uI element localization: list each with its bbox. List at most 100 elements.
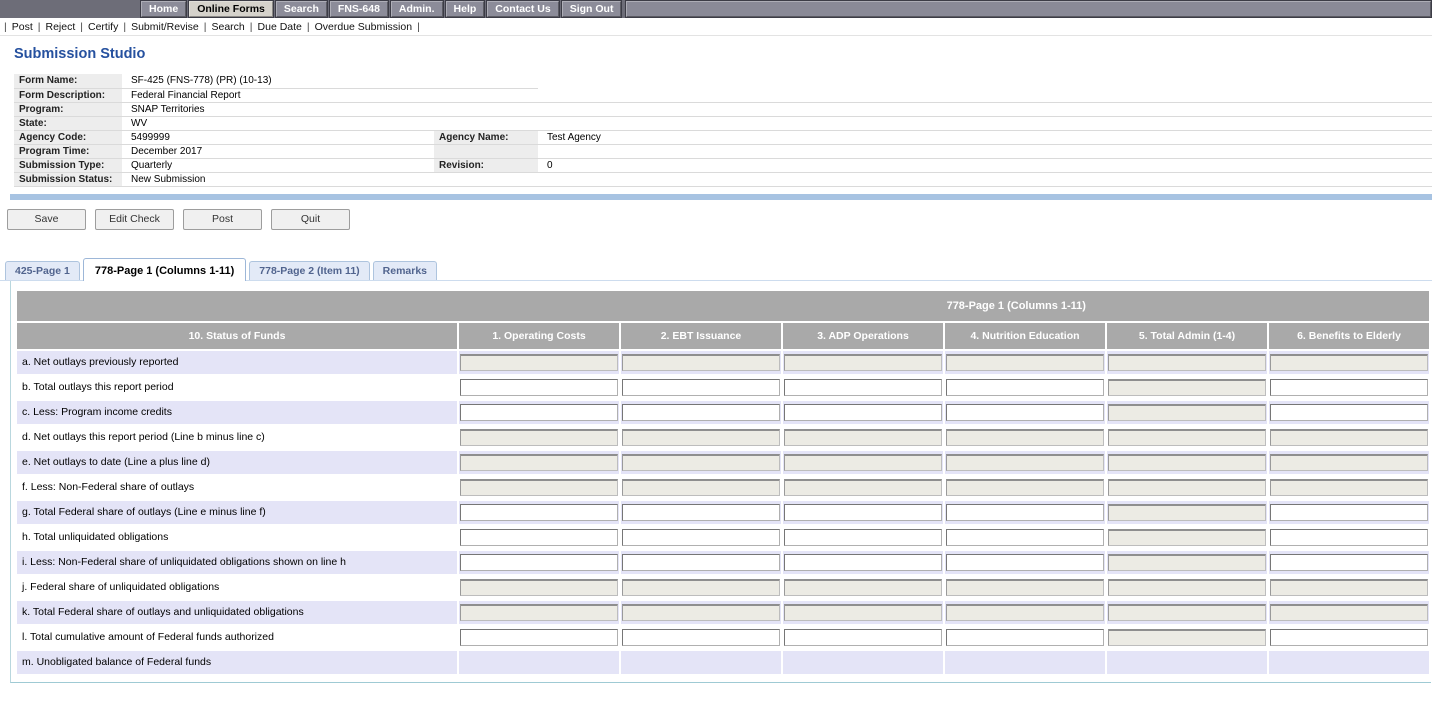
column-header-2-ebt-issuance: 2. EBT Issuance <box>621 323 781 349</box>
input-c-col1[interactable] <box>460 404 618 421</box>
nav-tab-fns-648[interactable]: FNS-648 <box>329 0 389 18</box>
input-f-col5 <box>1108 479 1266 496</box>
input-cell <box>459 626 619 649</box>
post-button[interactable]: Post <box>183 209 262 230</box>
submenu-item-overdue-submission[interactable]: Overdue Submission <box>315 21 412 33</box>
input-l-col4[interactable] <box>946 629 1104 646</box>
input-cell <box>1107 626 1267 649</box>
input-c-col6[interactable] <box>1270 404 1428 421</box>
nav-tab-help[interactable]: Help <box>445 0 486 18</box>
input-k-col4 <box>946 604 1104 621</box>
details-value: SNAP Territories <box>122 102 434 116</box>
input-c-col2[interactable] <box>622 404 780 421</box>
input-cell <box>621 601 781 624</box>
input-b-col6[interactable] <box>1270 379 1428 396</box>
row-label-j: j. Federal share of unliquidated obligat… <box>17 576 457 599</box>
details-row: Form Name:SF-425 (FNS-778) (PR) (10-13) <box>14 74 1432 88</box>
input-c-col4[interactable] <box>946 404 1104 421</box>
nav-tab-contact-us[interactable]: Contact Us <box>486 0 559 18</box>
input-cell <box>621 351 781 374</box>
input-l-col5 <box>1108 629 1266 646</box>
input-j-col2 <box>622 579 780 596</box>
input-cell <box>1269 426 1429 449</box>
nav-tab-home[interactable]: Home <box>140 0 187 18</box>
details-label-2: Agency Name: <box>434 130 538 144</box>
submenu-separator: | <box>204 21 207 33</box>
input-i-col2[interactable] <box>622 554 780 571</box>
input-g-col2[interactable] <box>622 504 780 521</box>
details-row: Program:SNAP Territories <box>14 102 1432 116</box>
edit-check-button[interactable]: Edit Check <box>95 209 174 230</box>
input-c-col3[interactable] <box>784 404 942 421</box>
details-label-2 <box>434 116 538 130</box>
input-g-col6[interactable] <box>1270 504 1428 521</box>
details-row: State:WV <box>14 116 1432 130</box>
details-value: New Submission <box>122 172 434 186</box>
column-header-3-adp-operations: 3. ADP Operations <box>783 323 943 349</box>
tab-425-page-1[interactable]: 425-Page 1 <box>5 261 80 280</box>
input-cell <box>945 601 1105 624</box>
details-value-2 <box>538 74 1432 88</box>
input-g-col4[interactable] <box>946 504 1104 521</box>
input-h-col4[interactable] <box>946 529 1104 546</box>
input-cell <box>945 651 1105 674</box>
tab-778-page-1-columns-1-11[interactable]: 778-Page 1 (Columns 1-11) <box>83 258 246 281</box>
details-value-2 <box>538 144 1432 158</box>
nav-tab-sign-out[interactable]: Sign Out <box>561 0 623 18</box>
nav-tab-search[interactable]: Search <box>275 0 328 18</box>
input-h-col1[interactable] <box>460 529 618 546</box>
tab-778-page-2-item-11[interactable]: 778-Page 2 (Item 11) <box>249 261 369 280</box>
submenu-separator: | <box>80 21 83 33</box>
nav-tab-online-forms[interactable]: Online Forms <box>188 0 274 18</box>
input-cell <box>783 626 943 649</box>
input-i-col1[interactable] <box>460 554 618 571</box>
quit-button[interactable]: Quit <box>271 209 350 230</box>
submenu-separator: | <box>4 21 7 33</box>
input-b-col4[interactable] <box>946 379 1104 396</box>
input-g-col1[interactable] <box>460 504 618 521</box>
input-e-col3 <box>784 454 942 471</box>
details-label-2 <box>434 88 538 102</box>
input-h-col6[interactable] <box>1270 529 1428 546</box>
input-cell <box>621 576 781 599</box>
input-i-col4[interactable] <box>946 554 1104 571</box>
input-l-col6[interactable] <box>1270 629 1428 646</box>
nav-tab-admin[interactable]: Admin. <box>390 0 444 18</box>
submenu-item-reject[interactable]: Reject <box>45 21 75 33</box>
input-l-col1[interactable] <box>460 629 618 646</box>
input-i-col6[interactable] <box>1270 554 1428 571</box>
input-cell <box>945 501 1105 524</box>
details-label-2: Revision: <box>434 158 538 172</box>
submenu-item-submit-revise[interactable]: Submit/Revise <box>131 21 199 33</box>
details-row: Submission Status:New Submission <box>14 172 1432 186</box>
input-i-col3[interactable] <box>784 554 942 571</box>
input-b-col1[interactable] <box>460 379 618 396</box>
input-g-col5 <box>1108 504 1266 521</box>
input-cell <box>783 351 943 374</box>
table-band-title: 778-Page 1 (Columns 1-11) <box>947 300 1086 312</box>
input-cell <box>459 576 619 599</box>
input-f-col3 <box>784 479 942 496</box>
input-b-col2[interactable] <box>622 379 780 396</box>
submenu-item-due-date[interactable]: Due Date <box>258 21 302 33</box>
input-cell <box>783 401 943 424</box>
input-h-col3[interactable] <box>784 529 942 546</box>
input-cell <box>621 526 781 549</box>
submenu-item-certify[interactable]: Certify <box>88 21 118 33</box>
input-l-col2[interactable] <box>622 629 780 646</box>
details-label: Form Name: <box>14 74 122 88</box>
tab-strip: 425-Page 1778-Page 1 (Columns 1-11)778-P… <box>0 254 1432 281</box>
input-g-col3[interactable] <box>784 504 942 521</box>
submenu-item-post[interactable]: Post <box>12 21 33 33</box>
save-button[interactable]: Save <box>7 209 86 230</box>
row-label-e: e. Net outlays to date (Line a plus line… <box>17 451 457 474</box>
input-l-col3[interactable] <box>784 629 942 646</box>
submenu-item-search[interactable]: Search <box>212 21 245 33</box>
toolbar: Save Edit Check Post Quit <box>7 209 1432 230</box>
top-navbar: HomeOnline FormsSearchFNS-648Admin.HelpC… <box>0 0 1432 18</box>
details-value: Federal Financial Report <box>122 88 434 102</box>
input-b-col3[interactable] <box>784 379 942 396</box>
input-h-col2[interactable] <box>622 529 780 546</box>
input-k-col3 <box>784 604 942 621</box>
tab-remarks[interactable]: Remarks <box>373 261 437 280</box>
